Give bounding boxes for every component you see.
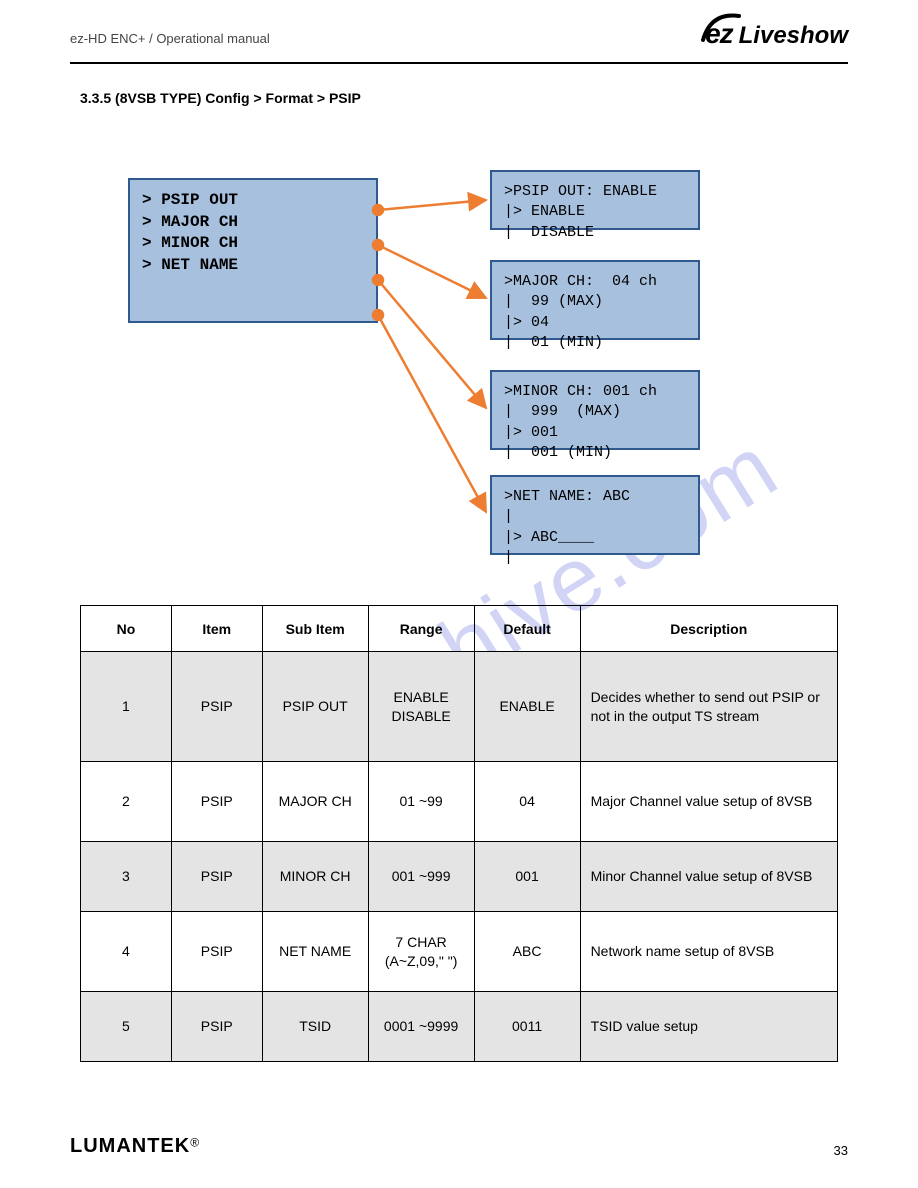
cell-no: 2 — [81, 762, 172, 842]
footer-brand-text: LUMANTEK — [70, 1135, 190, 1157]
brand-ez-text: ez — [705, 18, 733, 49]
cell-item: PSIP — [171, 652, 262, 762]
cell-sub: NET NAME — [262, 912, 368, 992]
brand-block: ez Liveshow — [705, 18, 848, 50]
cell-def: ABC — [474, 912, 580, 992]
footer-brand: LUMANTEK® — [70, 1135, 199, 1158]
registered-icon: ® — [190, 1136, 199, 1150]
page-root: manualshive.com ez-HD ENC+ / Operational… — [0, 0, 918, 1188]
cell-no: 1 — [81, 652, 172, 762]
cell-desc: Minor Channel value setup of 8VSB — [580, 842, 837, 912]
th-range: Range — [368, 606, 474, 652]
cell-desc: TSID value setup — [580, 992, 837, 1062]
page-number: 33 — [834, 1143, 848, 1158]
table-header-row: No Item Sub Item Range Default Descripti… — [81, 606, 838, 652]
cell-item: PSIP — [171, 912, 262, 992]
th-desc: Description — [580, 606, 837, 652]
cell-range: 0001 ~9999 — [368, 992, 474, 1062]
cell-def: ENABLE — [474, 652, 580, 762]
submenu-psip-out: >PSIP OUT: ENABLE |> ENABLE | DISABLE — [490, 170, 700, 230]
submenu-minor-ch: >MINOR CH: 001 ch | 999 (MAX) |> 001 | 0… — [490, 370, 700, 450]
cell-sub: PSIP OUT — [262, 652, 368, 762]
cell-item: PSIP — [171, 992, 262, 1062]
cell-range: 7 CHAR (A~Z,09," ") — [368, 912, 474, 992]
table-row: 2 PSIP MAJOR CH 01 ~99 04 Major Channel … — [81, 762, 838, 842]
brand-liveshow-text: Liveshow — [739, 22, 848, 50]
cell-range: ENABLE DISABLE — [368, 652, 474, 762]
table-row: 5 PSIP TSID 0001 ~9999 0011 TSID value s… — [81, 992, 838, 1062]
cell-desc: Network name setup of 8VSB — [580, 912, 837, 992]
cell-def: 0011 — [474, 992, 580, 1062]
th-sub: Sub Item — [262, 606, 368, 652]
menu-diagram: > PSIP OUT > MAJOR CH > MINOR CH > NET N… — [120, 170, 820, 590]
table-row: 4 PSIP NET NAME 7 CHAR (A~Z,09," ") ABC … — [81, 912, 838, 992]
cell-sub: MAJOR CH — [262, 762, 368, 842]
section-heading: 3.3.5 (8VSB TYPE) Config > Format > PSIP — [80, 90, 361, 106]
doc-title: ez-HD ENC+ / Operational manual — [70, 31, 270, 46]
cell-sub: TSID — [262, 992, 368, 1062]
cell-desc: Decides whether to send out PSIP or not … — [580, 652, 837, 762]
th-no: No — [81, 606, 172, 652]
footer: LUMANTEK® 33 — [70, 1135, 848, 1158]
cell-sub: MINOR CH — [262, 842, 368, 912]
brand-ez-icon: ez — [705, 18, 733, 50]
cell-item: PSIP — [171, 842, 262, 912]
settings-table: No Item Sub Item Range Default Descripti… — [80, 605, 838, 1062]
th-item: Item — [171, 606, 262, 652]
header-rule — [70, 62, 848, 64]
submenu-major-ch: >MAJOR CH: 04 ch | 99 (MAX) |> 04 | 01 (… — [490, 260, 700, 340]
cell-no: 3 — [81, 842, 172, 912]
submenu-net-name: >NET NAME: ABC | |> ABC____ | — [490, 475, 700, 555]
cell-def: 04 — [474, 762, 580, 842]
cell-no: 5 — [81, 992, 172, 1062]
cell-range: 001 ~999 — [368, 842, 474, 912]
cell-def: 001 — [474, 842, 580, 912]
main-menu-box: > PSIP OUT > MAJOR CH > MINOR CH > NET N… — [128, 178, 378, 323]
th-def: Default — [474, 606, 580, 652]
settings-table-wrap: No Item Sub Item Range Default Descripti… — [80, 605, 838, 1062]
cell-range: 01 ~99 — [368, 762, 474, 842]
cell-desc: Major Channel value setup of 8VSB — [580, 762, 837, 842]
table-row: 3 PSIP MINOR CH 001 ~999 001 Minor Chann… — [81, 842, 838, 912]
table-row: 1 PSIP PSIP OUT ENABLE DISABLE ENABLE De… — [81, 652, 838, 762]
cell-no: 4 — [81, 912, 172, 992]
cell-item: PSIP — [171, 762, 262, 842]
